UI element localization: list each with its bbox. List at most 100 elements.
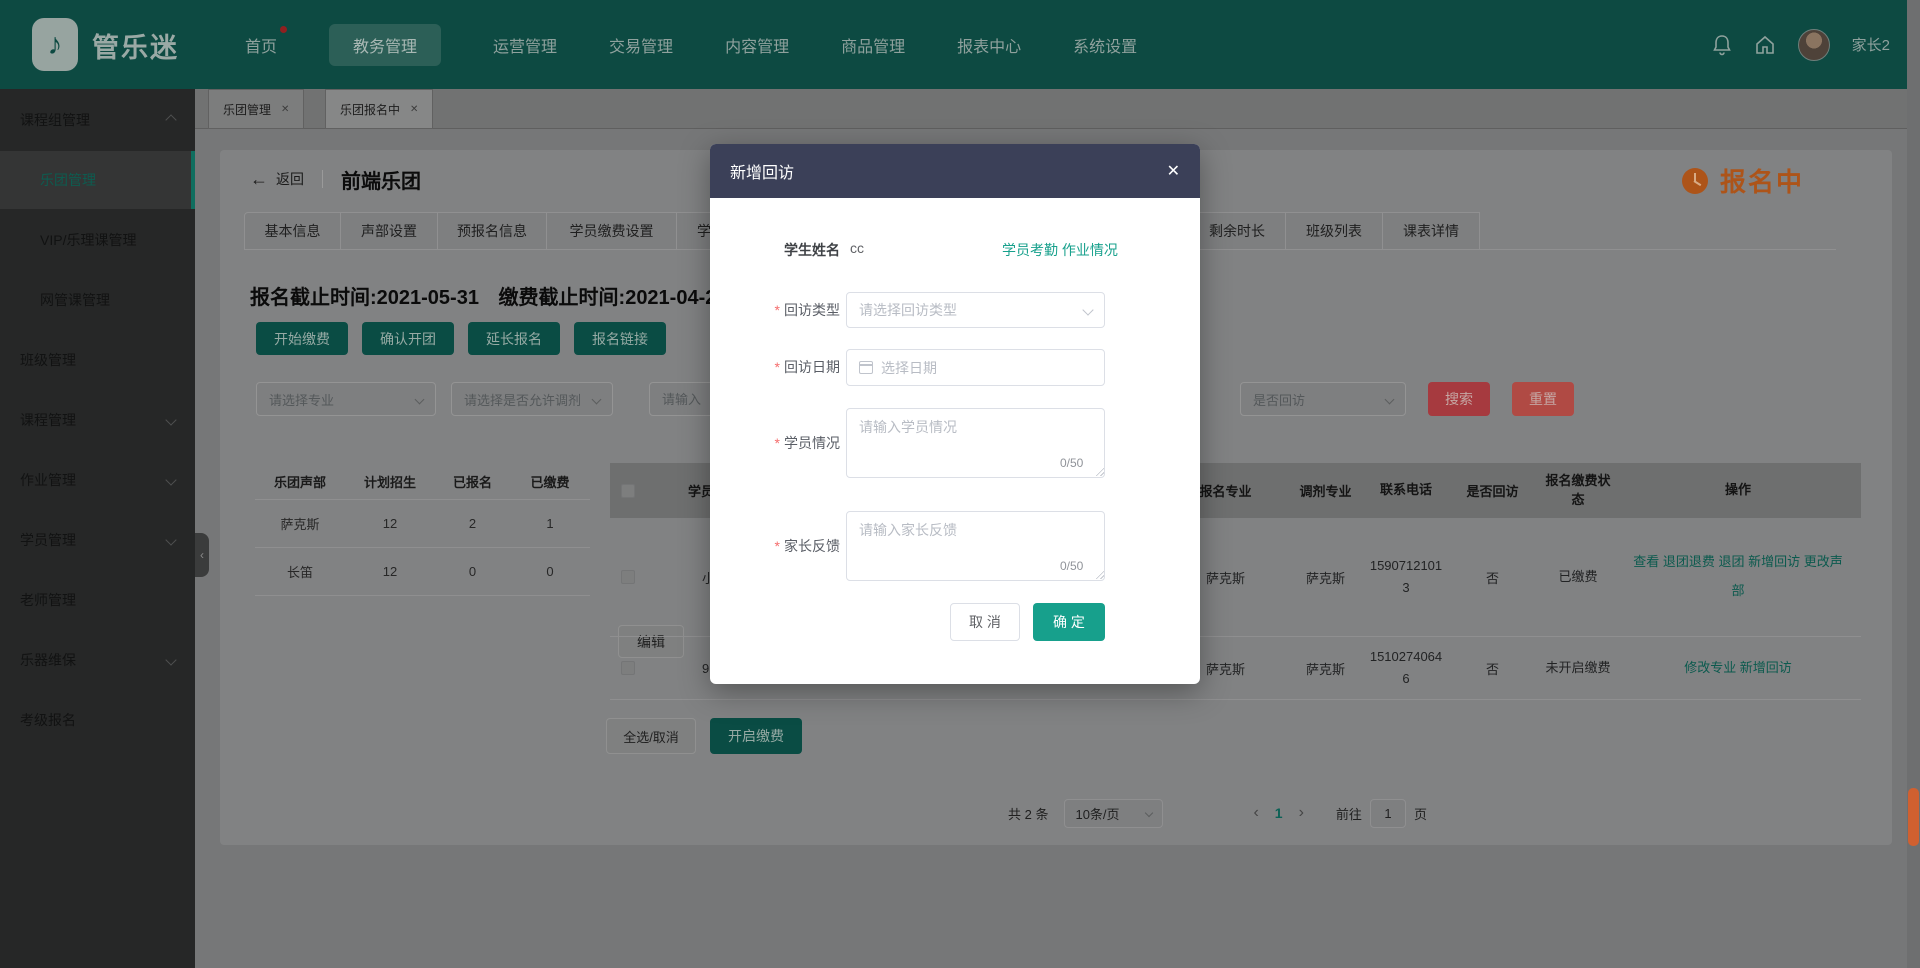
table-row[interactable]: 长笛 12 0 0	[255, 548, 590, 596]
back-arrow-icon[interactable]: ←	[250, 169, 268, 190]
sidebar-item-online-course[interactable]: 网管课管理	[0, 271, 195, 329]
pagination: 共 2 条 10条/页 ‹ 1 › 前往 页	[1008, 798, 1868, 828]
confirm-button[interactable]: 确 定	[1033, 603, 1105, 641]
page-unit-label: 页	[1414, 804, 1427, 823]
main-nav: 首页 教务管理 运营管理 交易管理 内容管理 商品管理 报表中心 系统设置	[245, 0, 1189, 89]
sidebar-collapse-handle[interactable]: ‹	[195, 533, 209, 577]
nav-item-content[interactable]: 内容管理	[725, 24, 789, 66]
bell-icon[interactable]	[1712, 34, 1732, 56]
chevron-down-icon	[415, 394, 425, 404]
next-page-button[interactable]: ›	[1289, 804, 1314, 822]
sidebar-item-orchestra-mgmt[interactable]: 乐团管理	[0, 151, 195, 209]
notification-dot	[280, 26, 287, 33]
open-tab-orchestra-mgmt[interactable]: 乐团管理 ✕	[208, 89, 304, 129]
feedback-label: *家长反馈	[710, 511, 840, 581]
modal-header: 新增回访 ✕	[710, 144, 1200, 198]
student-name-value: cc	[850, 240, 864, 256]
signup-link-button[interactable]: 报名链接	[574, 322, 666, 355]
chevron-down-icon	[1385, 394, 1395, 404]
row-checkbox[interactable]	[621, 661, 635, 675]
page-title: 前端乐团	[341, 165, 421, 194]
open-tabs-strip: 乐团管理 ✕ 乐团报名中 ✕	[195, 89, 1920, 129]
nav-item-goods[interactable]: 商品管理	[841, 24, 905, 66]
extend-signup-button[interactable]: 延长报名	[468, 322, 560, 355]
adjust-select[interactable]: 请选择是否允许调剂	[451, 382, 613, 416]
visit-type-label: *回访类型	[710, 292, 840, 328]
chevron-down-icon	[165, 534, 176, 545]
row-checkbox[interactable]	[621, 570, 635, 584]
tab-pre-signup[interactable]: 预报名信息	[438, 212, 547, 250]
modal-title: 新增回访	[730, 159, 794, 183]
table-row[interactable]: 萨克斯 12 2 1	[255, 500, 590, 548]
open-tab-orchestra-signup[interactable]: 乐团报名中 ✕	[325, 89, 433, 129]
major-select[interactable]: 请选择专业	[256, 382, 436, 416]
user-name[interactable]: 家长2	[1852, 34, 1890, 55]
nav-item-academic[interactable]: 教务管理	[329, 24, 441, 66]
sidebar-group-course[interactable]: 课程组管理	[0, 91, 195, 149]
back-button[interactable]: 返回	[276, 169, 304, 189]
tab-schedule-detail[interactable]: 课表详情	[1383, 212, 1480, 250]
sidebar-item-course-mgmt[interactable]: 课程管理	[0, 391, 195, 449]
sidebar-item-exam-signup[interactable]: 考级报名	[0, 691, 195, 749]
chevron-up-icon	[165, 114, 176, 125]
deadline-text: 报名截止时间:2021-05-31 缴费截止时间:2021-04-24	[250, 281, 742, 310]
nav-item-home[interactable]: 首页	[245, 24, 277, 66]
row-action-links[interactable]: 查看 退团退费 退团 新增回访 更改声部	[1615, 548, 1861, 605]
nav-item-operations[interactable]: 运营管理	[493, 24, 557, 66]
nav-item-trade[interactable]: 交易管理	[609, 24, 673, 66]
chevron-down-icon	[165, 474, 176, 485]
close-tab-icon[interactable]: ✕	[410, 104, 418, 115]
start-pay-button[interactable]: 开始缴费	[256, 322, 348, 355]
current-page[interactable]: 1	[1269, 805, 1289, 821]
nav-item-settings[interactable]: 系统设置	[1073, 24, 1137, 66]
situation-label: *学员情况	[710, 408, 840, 478]
sidebar: 课程组管理 乐团管理 VIP/乐理课管理 网管课管理 班级管理 课程管理 作业管…	[0, 89, 195, 968]
tab-section-setup[interactable]: 声部设置	[341, 212, 438, 250]
sections-table: 乐团声部 计划招生 已报名 已缴费 萨克斯 12 2 1 长笛 12 0 0	[255, 463, 590, 596]
sidebar-item-homework-mgmt[interactable]: 作业管理	[0, 451, 195, 509]
visit-select[interactable]: 是否回访	[1240, 382, 1406, 416]
nav-item-reports[interactable]: 报表中心	[957, 24, 1021, 66]
calendar-icon	[859, 361, 873, 374]
navbar: ♪ 管乐迷 首页 教务管理 运营管理 交易管理 内容管理 商品管理 报表中心 系…	[0, 0, 1920, 89]
app-logo-icon: ♪	[32, 18, 78, 71]
scrollbar-track[interactable]	[1907, 0, 1920, 968]
avatar[interactable]	[1798, 29, 1830, 61]
per-page-select[interactable]: 10条/页	[1064, 799, 1163, 828]
search-button[interactable]: 搜索	[1428, 382, 1490, 416]
scrollbar-thumb[interactable]	[1908, 788, 1919, 846]
tab-basic-info[interactable]: 基本信息	[244, 212, 341, 250]
confirm-open-button[interactable]: 确认开团	[362, 322, 454, 355]
situation-counter: 0/50	[1060, 456, 1083, 470]
pay-deadline: 缴费截止时间:2021-04-24	[499, 287, 728, 309]
reset-button[interactable]: 重置	[1512, 382, 1574, 416]
prev-page-button[interactable]: ‹	[1243, 804, 1268, 822]
close-icon[interactable]: ✕	[1167, 161, 1180, 181]
tab-remaining-time[interactable]: 剩余时长	[1189, 212, 1286, 250]
attendance-homework-links[interactable]: 学员考勤 作业情况	[1002, 240, 1118, 260]
row-action-links[interactable]: 修改专业 新增回访	[1615, 654, 1861, 683]
visit-date-picker[interactable]: 选择日期	[846, 349, 1105, 386]
open-payment-button[interactable]: 开启缴费	[710, 718, 802, 754]
tab-payment-setup[interactable]: 学员缴费设置	[547, 212, 677, 250]
sidebar-item-vip-course[interactable]: VIP/乐理课管理	[0, 211, 195, 269]
clock-icon	[1682, 168, 1708, 194]
goto-label: 前往	[1336, 804, 1362, 823]
tab-class-list[interactable]: 班级列表	[1286, 212, 1383, 250]
visit-date-label: *回访日期	[710, 349, 840, 386]
home-icon[interactable]	[1754, 34, 1776, 56]
sidebar-item-instrument-maint[interactable]: 乐器维保	[0, 631, 195, 689]
feedback-counter: 0/50	[1060, 559, 1083, 573]
visit-type-select[interactable]: 请选择回访类型	[846, 292, 1105, 328]
app-logo-text: 管乐迷	[92, 26, 179, 65]
select-all-checkbox[interactable]	[621, 484, 635, 498]
close-tab-icon[interactable]: ✕	[281, 104, 289, 115]
chevron-down-icon	[1082, 304, 1093, 315]
total-count: 共 2 条	[1008, 804, 1048, 823]
cancel-button[interactable]: 取 消	[950, 603, 1020, 641]
sidebar-item-student-mgmt[interactable]: 学员管理	[0, 511, 195, 569]
sidebar-item-class-mgmt[interactable]: 班级管理	[0, 331, 195, 389]
select-all-button[interactable]: 全选/取消	[606, 718, 696, 754]
goto-page-input[interactable]	[1370, 799, 1406, 828]
sidebar-item-teacher-mgmt[interactable]: 老师管理	[0, 571, 195, 629]
